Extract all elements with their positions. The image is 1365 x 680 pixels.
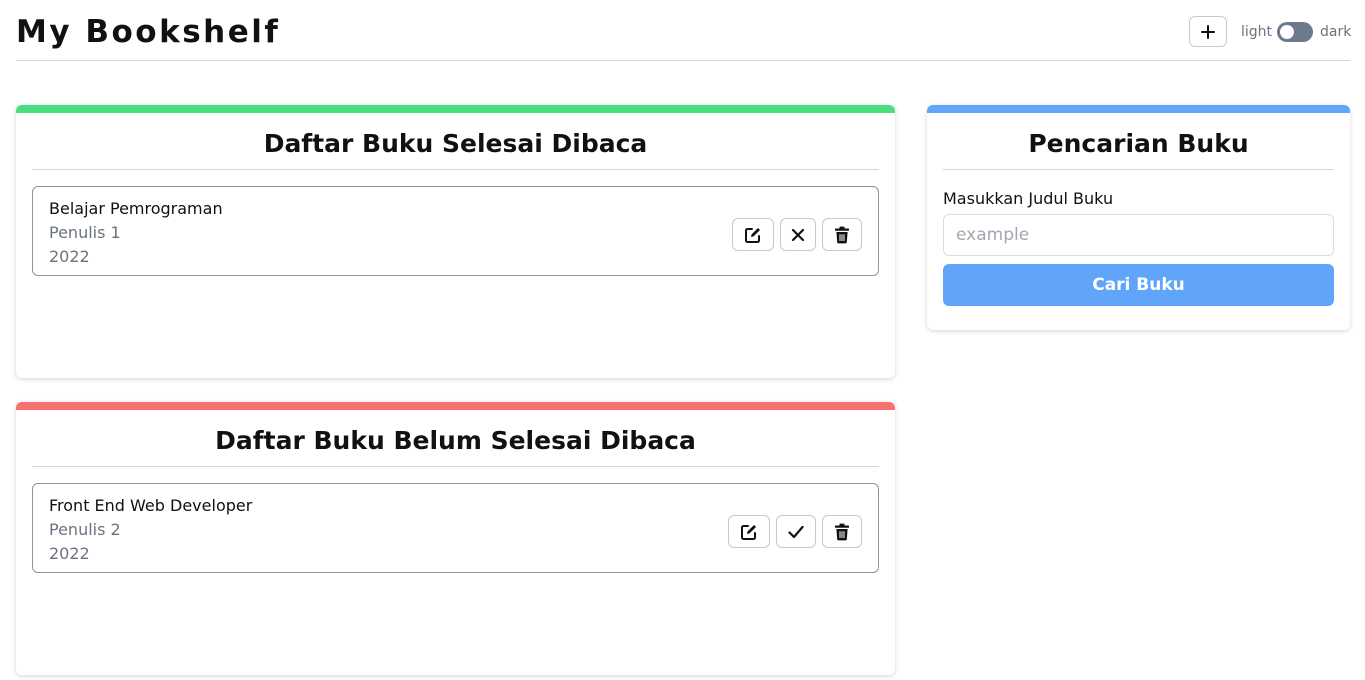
finished-accent-bar: [16, 105, 895, 113]
book-title: Front End Web Developer: [49, 496, 253, 515]
close-icon: [791, 228, 805, 241]
book-actions: [732, 218, 862, 251]
edit-icon: [741, 524, 756, 540]
add-book-button[interactable]: [1189, 16, 1227, 47]
theme-toggle-knob: [1280, 25, 1294, 39]
search-button[interactable]: Cari Buku: [943, 264, 1334, 306]
trash-icon: [835, 523, 849, 540]
mark-unfinished-button[interactable]: [780, 218, 816, 251]
book-actions: [728, 515, 862, 548]
header: My Bookshelf light dark: [16, 0, 1352, 61]
search-input[interactable]: [943, 214, 1334, 256]
search-accent-bar: [927, 105, 1350, 113]
book-author: Penulis 2: [49, 520, 121, 539]
trash-icon: [835, 226, 849, 243]
edit-icon: [745, 227, 760, 243]
theme-dark-label: dark: [1320, 24, 1352, 40]
search-card: Pencarian Buku Masukkan Judul Buku Cari …: [927, 105, 1350, 330]
delete-book-button[interactable]: [822, 515, 862, 548]
plus-icon: [1201, 24, 1215, 39]
book-item: Belajar Pemrograman Penulis 1 2022: [32, 186, 879, 276]
book-item: Front End Web Developer Penulis 2 2022: [32, 483, 879, 573]
delete-book-button[interactable]: [822, 218, 862, 251]
theme-toggle[interactable]: [1277, 22, 1313, 42]
app-title: My Bookshelf: [16, 14, 281, 50]
finished-section-title: Daftar Buku Selesai Dibaca: [32, 129, 879, 170]
book-title: Belajar Pemrograman: [49, 199, 223, 218]
book-year: 2022: [49, 247, 90, 266]
finished-books-card: Daftar Buku Selesai Dibaca Belajar Pemro…: [16, 105, 895, 378]
unfinished-accent-bar: [16, 402, 895, 410]
theme-light-label: light: [1241, 24, 1273, 40]
book-author: Penulis 1: [49, 223, 121, 242]
edit-book-button[interactable]: [728, 515, 770, 548]
search-section-title: Pencarian Buku: [943, 129, 1334, 170]
edit-book-button[interactable]: [732, 218, 774, 251]
unfinished-section-title: Daftar Buku Belum Selesai Dibaca: [32, 426, 879, 467]
unfinished-books-card: Daftar Buku Belum Selesai Dibaca Front E…: [16, 402, 895, 675]
book-year: 2022: [49, 544, 90, 563]
check-icon: [788, 525, 804, 538]
search-label: Masukkan Judul Buku: [943, 189, 1114, 208]
mark-finished-button[interactable]: [776, 515, 816, 548]
